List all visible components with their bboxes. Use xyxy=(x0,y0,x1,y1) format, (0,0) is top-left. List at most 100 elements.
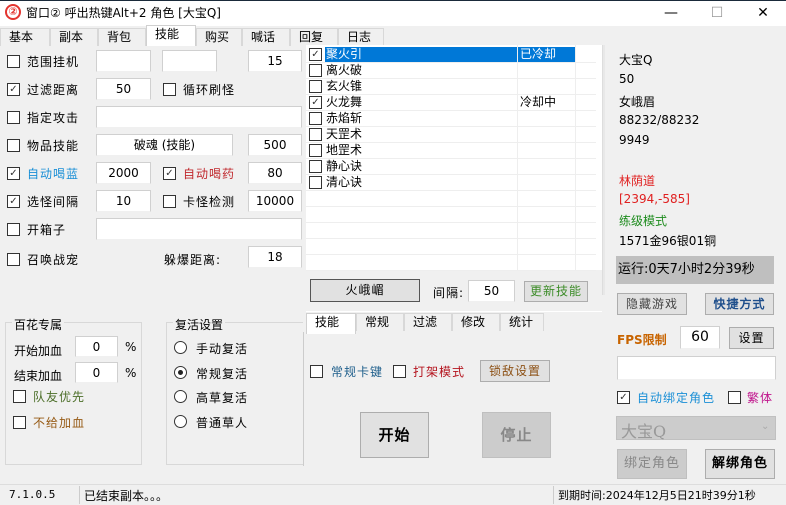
target-attack-checkbox[interactable] xyxy=(7,111,20,124)
filter-distance-checkbox[interactable]: ✓ xyxy=(7,83,20,96)
open-box-checkbox[interactable] xyxy=(7,223,20,236)
loop-refresh-checkbox[interactable] xyxy=(163,83,176,96)
select-interval-input[interactable]: 10 xyxy=(96,190,151,212)
auto-mana-label: 自动喝蓝 xyxy=(27,167,80,181)
character-name: 大宝Q xyxy=(619,53,653,67)
revive-radio-normal[interactable] xyxy=(174,366,187,379)
skill-list-row[interactable]: 清心诀 xyxy=(306,175,596,191)
auto-potion-input[interactable]: 80 xyxy=(248,162,302,184)
runtime-display: 运行:0天7小时2分39秒 xyxy=(616,256,774,284)
minimize-button[interactable]: — xyxy=(648,0,694,26)
lock-enemy-button[interactable]: 锁敌设置 xyxy=(480,360,550,382)
skill-checkbox[interactable] xyxy=(309,80,322,93)
maximize-button[interactable]: ☐ xyxy=(694,0,740,26)
skill-cooldown-state xyxy=(518,111,575,126)
class-button[interactable]: 火峨嵋 xyxy=(310,279,420,302)
dodge-distance-input[interactable]: 18 xyxy=(248,246,302,268)
character-mp: 9949 xyxy=(619,133,650,147)
auto-mana-checkbox[interactable]: ✓ xyxy=(7,167,20,180)
tab-recover[interactable]: 回复 xyxy=(290,28,338,46)
filter-distance-input[interactable]: 50 xyxy=(96,78,151,100)
skill-checkbox[interactable] xyxy=(309,160,322,173)
no-heal-checkbox[interactable] xyxy=(13,416,26,429)
range-hang-x-input[interactable] xyxy=(96,50,151,72)
tab-basic[interactable]: 基本 xyxy=(0,28,50,46)
range-hang-checkbox[interactable] xyxy=(7,55,20,68)
auto-bind-checkbox[interactable]: ✓ xyxy=(617,391,630,404)
stuck-detect-checkbox[interactable] xyxy=(163,195,176,208)
close-button[interactable]: ✕ xyxy=(740,0,786,26)
subtab-normal[interactable]: 常规 xyxy=(356,313,404,331)
character-mode: 练级模式 xyxy=(619,214,668,228)
start-heal-input[interactable]: 0 xyxy=(75,336,118,357)
team-first-checkbox[interactable] xyxy=(13,390,26,403)
baihua-group-title: 百花专属 xyxy=(12,316,65,333)
range-hang-y-input[interactable] xyxy=(162,50,217,72)
subtab-filter[interactable]: 过滤 xyxy=(404,313,452,331)
interval-input[interactable]: 50 xyxy=(468,280,515,302)
skill-checkbox[interactable]: ✓ xyxy=(309,96,322,109)
filter-distance-label: 过滤距离 xyxy=(27,83,80,97)
revive-radio-manual[interactable] xyxy=(174,341,187,354)
skill-list-row[interactable]: ✓ 聚火引 已冷却 xyxy=(306,47,596,63)
target-attack-input[interactable] xyxy=(96,106,302,128)
skill-checkbox[interactable] xyxy=(309,112,322,125)
tab-shout[interactable]: 喊话 xyxy=(242,28,290,46)
hide-game-button[interactable]: 隐藏游戏 xyxy=(617,293,687,315)
skill-list-row[interactable]: ✓ 火龙舞 冷却中 xyxy=(306,95,596,111)
shortcut-button[interactable]: 快捷方式 xyxy=(705,293,774,315)
skill-list-empty-row xyxy=(306,255,596,271)
stop-button[interactable]: 停止 xyxy=(482,412,551,458)
subtab-skills[interactable]: 技能 xyxy=(306,313,356,334)
window-badge-icon: ② xyxy=(5,4,21,20)
end-heal-input[interactable]: 0 xyxy=(75,362,118,383)
tab-log[interactable]: 日志 xyxy=(338,28,384,46)
tab-dungeon[interactable]: 副本 xyxy=(50,28,98,46)
window-title: 窗口② 呼出热键Alt+2 角色 [大宝Q] xyxy=(26,6,221,20)
update-skills-button[interactable]: 更新技能 xyxy=(524,281,588,302)
skill-cooldown-state: 已冷却 xyxy=(518,47,575,62)
skill-checkbox[interactable] xyxy=(309,144,322,157)
skill-list-row[interactable]: 赤焰斩 xyxy=(306,111,596,127)
tab-buy[interactable]: 购买 xyxy=(196,28,242,46)
fps-set-button[interactable]: 设置 xyxy=(729,327,774,349)
select-interval-checkbox[interactable]: ✓ xyxy=(7,195,20,208)
item-skill-input[interactable]: 破魂 (技能) xyxy=(96,134,233,156)
skill-list-row[interactable]: 地罡术 xyxy=(306,143,596,159)
skill-list-row[interactable]: 静心诀 xyxy=(306,159,596,175)
traditional-checkbox[interactable] xyxy=(728,391,741,404)
role-select[interactable]: 大宝Q ⌄ xyxy=(616,416,776,441)
range-hang-radius-input[interactable]: 15 xyxy=(248,50,302,72)
revive-radio-high-grass[interactable] xyxy=(174,390,187,403)
skill-name: 地罡术 xyxy=(326,143,363,157)
unbind-role-button[interactable]: 解绑角色 xyxy=(705,449,775,479)
skill-checkbox[interactable]: ✓ xyxy=(309,48,322,61)
skill-list-row[interactable]: 离火破 xyxy=(306,63,596,79)
open-box-input[interactable] xyxy=(96,218,302,240)
auto-potion-checkbox[interactable]: ✓ xyxy=(163,167,176,180)
skill-list-row[interactable]: 玄火锥 xyxy=(306,79,596,95)
extra-text-input[interactable] xyxy=(617,356,776,380)
list-scrollbar[interactable] xyxy=(602,45,605,295)
auto-mana-input[interactable]: 2000 xyxy=(96,162,151,184)
fight-mode-checkbox[interactable] xyxy=(393,365,406,378)
summon-pet-checkbox[interactable] xyxy=(7,253,20,266)
start-button[interactable]: 开始 xyxy=(360,412,429,458)
skill-list-row[interactable]: 天罡术 xyxy=(306,127,596,143)
start-heal-percent: % xyxy=(125,340,138,354)
tab-skills[interactable]: 技能 xyxy=(146,25,196,46)
fps-input[interactable]: 60 xyxy=(680,326,720,349)
stuck-detect-input[interactable]: 10000 xyxy=(248,190,302,212)
tab-bag[interactable]: 背包 xyxy=(98,28,146,46)
subtab-stats[interactable]: 统计 xyxy=(500,313,544,331)
skill-checkbox[interactable] xyxy=(309,128,322,141)
subtab-modify[interactable]: 修改 xyxy=(452,313,500,331)
skill-checkbox[interactable] xyxy=(309,176,322,189)
item-skill-interval-input[interactable]: 500 xyxy=(248,134,302,156)
item-skill-checkbox[interactable] xyxy=(7,139,20,152)
normal-stuck-key-checkbox[interactable] xyxy=(310,365,323,378)
bind-role-button[interactable]: 绑定角色 xyxy=(617,449,687,479)
range-hang-label: 范围挂机 xyxy=(27,55,80,69)
revive-radio-scarecrow[interactable] xyxy=(174,415,187,428)
skill-checkbox[interactable] xyxy=(309,64,322,77)
